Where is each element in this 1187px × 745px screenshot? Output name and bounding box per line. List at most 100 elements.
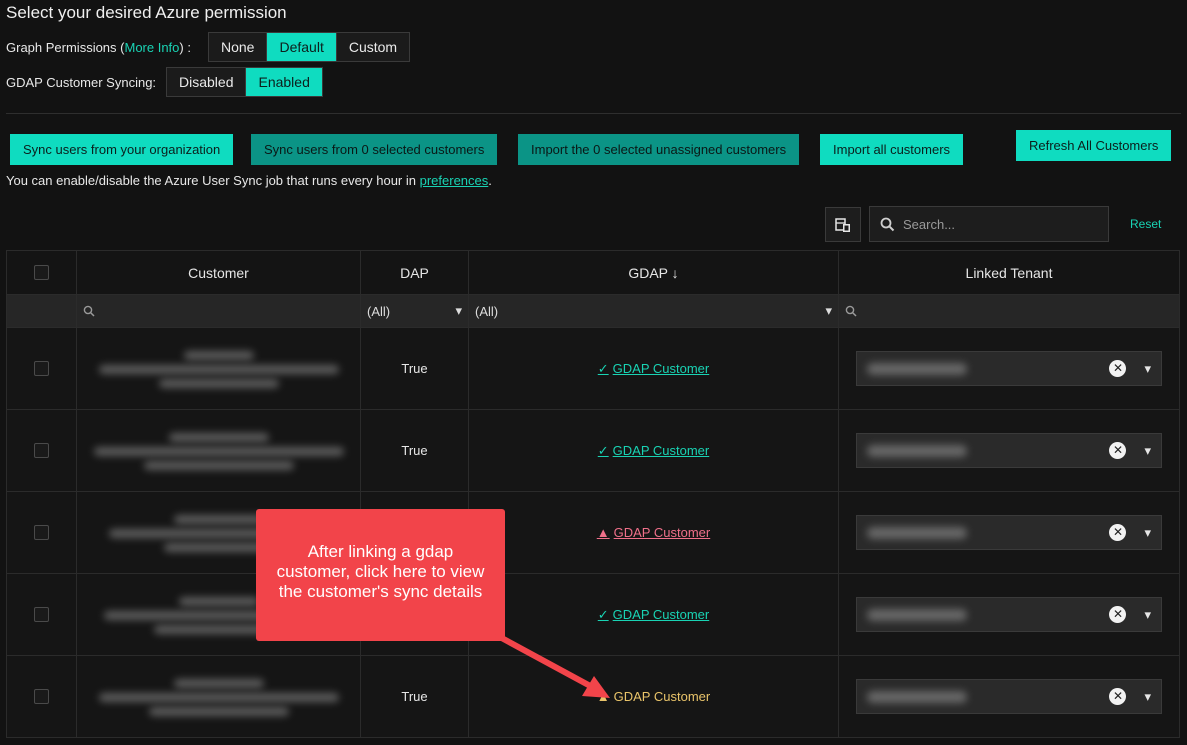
warning-icon: ▲ [596,525,610,540]
sync-note-end: . [488,173,492,188]
tenant-name-redacted [867,362,967,375]
clear-icon[interactable]: ✕ [1109,524,1127,541]
tenant-name-redacted [867,608,967,621]
tenant-name-redacted [867,690,967,703]
graph-permission-toggle: None Default Custom [208,32,411,62]
linked-tenant-select[interactable]: ✕ ▾ [856,515,1162,550]
check-icon: ✓ [597,606,609,622]
column-chooser-icon [835,217,850,232]
dap-value: True [360,327,469,410]
filter-search-icon [83,305,95,317]
customer-name-redacted [94,347,344,391]
select-all-checkbox[interactable] [34,265,49,280]
chevron-down-icon[interactable]: ▾ [1144,443,1151,459]
search-input[interactable] [903,216,1093,232]
row-checkbox[interactable] [34,361,49,376]
sync-note-text: You can enable/disable the Azure User Sy… [6,173,420,188]
gdap-syncing-toggle: Disabled Enabled [166,67,323,97]
chevron-down-icon: ▾ [825,303,832,318]
table-row[interactable]: True ✓ GDAP Customer ✕ ▾ [6,409,1180,492]
column-chooser-button[interactable] [825,207,861,242]
column-header-linked-tenant[interactable]: Linked Tenant [838,250,1180,295]
customer-filter[interactable] [76,294,361,328]
table-row[interactable]: ▲ GDAP Customer ✕ ▾ [6,491,1180,574]
sync-org-users-button[interactable]: Sync users from your organization [10,134,234,165]
check-icon: ✓ [597,442,609,458]
column-header-dap[interactable]: DAP [360,250,469,295]
preferences-link[interactable]: preferences [420,173,489,188]
linked-tenant-select[interactable]: ✕ ▾ [856,351,1162,386]
graph-option-custom[interactable]: Custom [336,33,410,61]
linked-tenant-filter[interactable] [838,294,1180,328]
chevron-down-icon: ▾ [455,303,462,318]
callout-line: the customer's sync details [278,582,483,601]
annotation-callout: After linking a gdap customer, click her… [256,509,505,641]
table-row[interactable]: True ✓ GDAP Customer ✕ ▾ [6,327,1180,410]
gdap-option-disabled[interactable]: Disabled [167,68,247,96]
gdap-status-link[interactable]: ▲GDAP Customer [597,525,710,540]
section-divider [6,113,1181,114]
chevron-down-icon[interactable]: ▾ [1144,525,1151,541]
gdap-filter[interactable]: (All) ▾ [468,294,839,328]
gdap-syncing-label: GDAP Customer Syncing: [6,75,157,90]
row-checkbox[interactable] [34,607,49,622]
graph-option-default[interactable]: Default [267,33,337,61]
gdap-status-label: GDAP Customer [612,607,710,622]
callout-line: customer, click here to view [276,562,485,581]
gdap-status-label: GDAP Customer [613,689,711,704]
dap-filter-value: (All) [367,303,391,319]
graph-label-text: Graph Permissions ( [6,40,125,55]
gdap-option-enabled[interactable]: Enabled [246,68,322,96]
linked-tenant-select[interactable]: ✕ ▾ [856,679,1162,714]
refresh-all-customers-button[interactable]: Refresh All Customers [1016,130,1172,161]
graph-permissions-label: Graph Permissions (More Info) : [6,40,191,55]
sync-note: You can enable/disable the Azure User Sy… [6,173,492,188]
clear-icon[interactable]: ✕ [1109,606,1127,623]
clear-icon[interactable]: ✕ [1109,360,1127,377]
customer-name-redacted [93,429,344,473]
clear-icon[interactable]: ✕ [1109,688,1127,705]
page-title: Select your desired Azure permission [6,3,287,22]
linked-tenant-select[interactable]: ✕ ▾ [856,433,1162,468]
gdap-status-link[interactable]: ✓ GDAP Customer [598,607,709,623]
gdap-status-link[interactable]: ✓ GDAP Customer [598,361,709,377]
customer-name-redacted [94,675,344,719]
row-checkbox[interactable] [34,443,49,458]
grid-header-row: Customer DAP GDAP ↓ Linked Tenant [6,250,1180,295]
tenant-name-redacted [867,444,967,457]
grid-filter-row: (All) ▾ (All) ▾ [6,294,1180,328]
search-box [869,206,1109,242]
graph-option-none[interactable]: None [209,33,268,61]
tenant-name-redacted [867,526,967,539]
dap-value: True [360,409,469,492]
row-checkbox[interactable] [34,525,49,540]
callout-line: After linking a gdap [307,542,454,561]
linked-tenant-select[interactable]: ✕ ▾ [856,597,1162,632]
filter-empty-cell [6,294,77,328]
reset-link[interactable]: Reset [1130,217,1161,231]
dap-value: True [360,655,469,738]
graph-label-end: ) : [179,40,191,55]
annotation-arrow-icon [495,633,610,698]
clear-icon[interactable]: ✕ [1109,442,1127,459]
column-header-customer[interactable]: Customer [76,250,361,295]
more-info-link[interactable]: More Info [124,40,179,55]
import-all-customers-button[interactable]: Import all customers [820,134,964,165]
chevron-down-icon[interactable]: ▾ [1144,607,1151,623]
chevron-down-icon[interactable]: ▾ [1144,689,1151,705]
column-header-gdap[interactable]: GDAP ↓ [468,250,839,295]
search-icon [880,217,895,231]
import-selected-customers-button[interactable]: Import the 0 selected unassigned custome… [518,134,800,165]
gdap-status-label: GDAP Customer [613,525,711,540]
gdap-filter-value: (All) [475,303,499,319]
sync-selected-customers-button[interactable]: Sync users from 0 selected customers [251,134,498,165]
chevron-down-icon[interactable]: ▾ [1144,361,1151,377]
gdap-status-label: GDAP Customer [612,443,710,458]
gdap-status-label: GDAP Customer [612,361,710,376]
select-all-header [6,250,77,295]
gdap-status-link[interactable]: ✓ GDAP Customer [598,443,709,459]
check-icon: ✓ [597,360,609,376]
row-checkbox[interactable] [34,689,49,704]
dap-filter[interactable]: (All) ▾ [360,294,469,328]
filter-search-icon [845,305,857,317]
